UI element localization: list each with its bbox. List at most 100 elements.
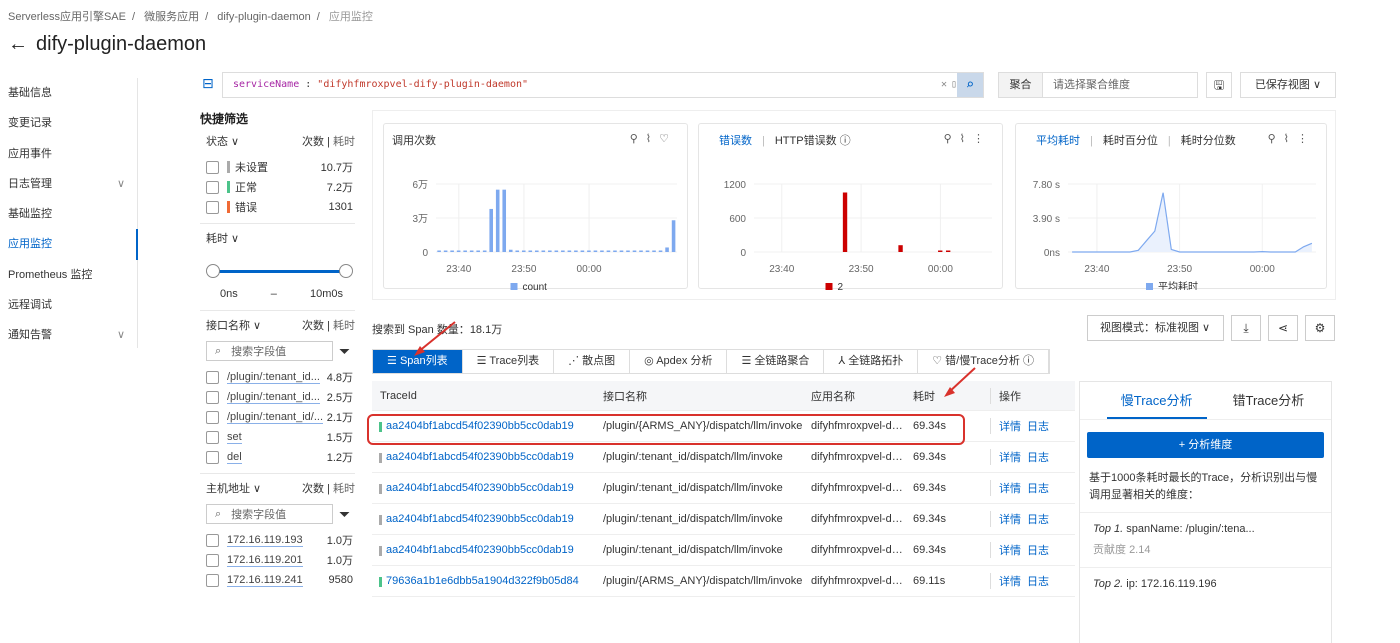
search-input[interactable]: ⌕ 搜索字段值 [206, 504, 333, 524]
filter-item[interactable]: 未设置 10.7万 [200, 157, 355, 177]
tab-view[interactable]: ☰ Span列表 [373, 350, 463, 373]
filter-item[interactable]: /plugin/:tenant_id/... 2.1万 [200, 407, 355, 427]
checkbox[interactable] [206, 180, 219, 194]
share-icon[interactable]: ⋖ [1268, 315, 1298, 341]
filter-icon[interactable]: ⏷ [339, 506, 350, 523]
checkbox[interactable] [206, 370, 219, 384]
detail-link[interactable]: 详情 [999, 514, 1021, 526]
download-icon[interactable]: ⤓ [1231, 315, 1261, 341]
filter-item[interactable]: /plugin/:tenant_id... 4.8万 [200, 367, 355, 387]
tab-http-errors[interactable]: HTTP错误数 [775, 135, 837, 147]
clear-icon[interactable]: ✕ [941, 73, 947, 97]
sidebar-item[interactable]: 应用事件 [0, 139, 137, 169]
filter-section-header[interactable]: 耗时 ∨ [206, 230, 355, 246]
checkbox[interactable] [206, 533, 219, 547]
analysis-item[interactable]: Top 2. ip: 172.16.119.196 [1080, 568, 1331, 600]
log-link[interactable]: 日志 [1027, 452, 1049, 464]
filter-section-header[interactable]: 主机地址 ∨ 次数 | 耗时 [206, 480, 355, 496]
filter-item[interactable]: /plugin/:tenant_id... 2.5万 [200, 387, 355, 407]
log-link[interactable]: 日志 [1027, 483, 1049, 495]
checkbox[interactable] [206, 573, 219, 587]
breadcrumb-item[interactable]: dify-plugin-daemon [217, 11, 311, 23]
log-link[interactable]: 日志 [1027, 545, 1049, 557]
filter-section-header[interactable]: 状态 ∨ 次数 | 耗时 [206, 133, 355, 149]
filter-item[interactable]: set 1.5万 [200, 427, 355, 447]
query-mode-icon[interactable]: ⊟ [202, 75, 214, 92]
trace-id-link[interactable]: aa2404bf1abcd54f02390bb5cc0dab19 [372, 513, 595, 525]
add-dimension-button[interactable]: + 分析维度 [1087, 432, 1324, 458]
tab-percentile[interactable]: 耗时百分位 [1103, 135, 1158, 147]
chart-tool-icons[interactable]: ⚲⌇⋮ [944, 132, 992, 145]
search-input[interactable]: ⌕ 搜索字段值 [206, 341, 333, 361]
detail-link[interactable]: 详情 [999, 452, 1021, 464]
tab-view[interactable]: ◎ Apdex 分析 [630, 350, 728, 373]
chart-tool-icons[interactable]: ⚲⌇⋮ [1268, 132, 1316, 145]
breadcrumb-item[interactable]: Serverless应用引擎SAE [8, 11, 126, 23]
view-mode-select[interactable]: 视图模式：标准视图 ∨ [1087, 315, 1224, 341]
checkbox[interactable] [206, 410, 219, 424]
analysis-item[interactable]: Top 1. spanName: /plugin/:tena... 贡献度 2.1… [1080, 513, 1331, 568]
sidebar-item[interactable]: Prometheus 监控 [0, 260, 137, 290]
detail-link[interactable]: 详情 [999, 421, 1021, 433]
column-header[interactable]: 应用名称 [803, 388, 905, 404]
trace-id-link[interactable]: 79636a1b1e6dbb5a1904d322f9b05d84 [372, 575, 595, 587]
tab-view[interactable]: ☰ 全链路聚合 [727, 350, 825, 373]
sidebar-item[interactable]: 远程调试 [0, 290, 137, 320]
tab-error-trace[interactable]: 错Trace分析 [1233, 382, 1305, 419]
sidebar-item[interactable]: 基础监控 [0, 199, 137, 229]
tab-avg-latency[interactable]: 平均耗时 [1036, 135, 1080, 147]
slider-handle[interactable] [339, 264, 353, 278]
filter-item[interactable]: 正常 7.2万 [200, 177, 355, 197]
filter-item[interactable]: 172.16.119.193 1.0万 [200, 530, 355, 550]
tab-view[interactable]: ⅄ 全链路拓扑 [824, 350, 919, 373]
column-header[interactable]: TraceId [372, 390, 595, 402]
sidebar-item[interactable]: 变更记录 [0, 108, 137, 138]
filter-section-header[interactable]: 接口名称 ∨ 次数 | 耗时 [206, 317, 355, 333]
checkbox[interactable] [206, 160, 219, 174]
chart-tool-icons[interactable]: ⚲⌇♡ [630, 132, 677, 145]
trace-id-link[interactable]: aa2404bf1abcd54f02390bb5cc0dab19 [372, 482, 595, 494]
tab-errors[interactable]: 错误数 [719, 135, 752, 147]
sidebar-item[interactable]: 日志管理 ∨ [0, 169, 137, 199]
checkbox[interactable] [206, 430, 219, 444]
table-row[interactable]: aa2404bf1abcd54f02390bb5cc0dab19/plugin/… [372, 535, 1075, 566]
log-link[interactable]: 日志 [1027, 421, 1049, 433]
tab-view[interactable]: ⋰ 散点图 [554, 350, 631, 373]
breadcrumb-item[interactable]: 微服务应用 [144, 11, 199, 23]
checkbox[interactable] [206, 450, 219, 464]
query-input[interactable]: serviceName : "difyhfmroxpvel-dify-plugi… [222, 72, 984, 98]
column-header[interactable]: 耗时 [905, 388, 990, 404]
detail-link[interactable]: 详情 [999, 483, 1021, 495]
table-row[interactable]: aa2404bf1abcd54f02390bb5cc0dab19/plugin/… [372, 504, 1075, 535]
detail-link[interactable]: 详情 [999, 576, 1021, 588]
tab-quantile[interactable]: 耗时分位数 [1181, 135, 1236, 147]
back-arrow-icon[interactable]: ← [8, 33, 28, 56]
filter-item[interactable]: 172.16.119.201 1.0万 [200, 550, 355, 570]
sidebar-item[interactable]: 基础信息 [0, 78, 137, 108]
trace-id-link[interactable]: aa2404bf1abcd54f02390bb5cc0dab19 [372, 451, 595, 463]
log-link[interactable]: 日志 [1027, 576, 1049, 588]
tab-view[interactable]: ☰ Trace列表 [463, 350, 555, 373]
filter-icon[interactable]: ⏷ [339, 343, 350, 360]
saved-view-dropdown[interactable]: 已保存视图 ∨ [1240, 72, 1336, 98]
table-row[interactable]: aa2404bf1abcd54f02390bb5cc0dab19/plugin/… [372, 442, 1075, 473]
settings-icon[interactable]: ⚙ [1305, 315, 1335, 341]
aggregate-select[interactable]: 请选择聚合维度 [1043, 73, 1130, 97]
filter-item[interactable]: del 1.2万 [200, 447, 355, 467]
filter-item[interactable]: 172.16.119.241 9580 [200, 570, 355, 590]
column-header[interactable]: 接口名称 [595, 388, 803, 404]
search-button[interactable]: ⌕ [957, 73, 983, 97]
sidebar-item[interactable]: 通知告警 ∨ [0, 320, 137, 350]
detail-link[interactable]: 详情 [999, 545, 1021, 557]
trace-id-link[interactable]: aa2404bf1abcd54f02390bb5cc0dab19 [372, 544, 595, 556]
duration-slider[interactable] [206, 254, 355, 288]
save-icon[interactable]: 🖫 [1206, 72, 1232, 98]
table-row[interactable]: 79636a1b1e6dbb5a1904d322f9b05d84/plugin/… [372, 566, 1075, 597]
checkbox[interactable] [206, 553, 219, 567]
sidebar-item[interactable]: 应用监控 [0, 229, 138, 261]
filter-item[interactable]: 错误 1301 [200, 197, 355, 217]
column-header[interactable]: 操作 [990, 387, 1075, 404]
log-link[interactable]: 日志 [1027, 514, 1049, 526]
tab-view[interactable]: ♡ 错/慢Trace分析 ⓘ [918, 350, 1049, 373]
checkbox[interactable] [206, 200, 219, 214]
